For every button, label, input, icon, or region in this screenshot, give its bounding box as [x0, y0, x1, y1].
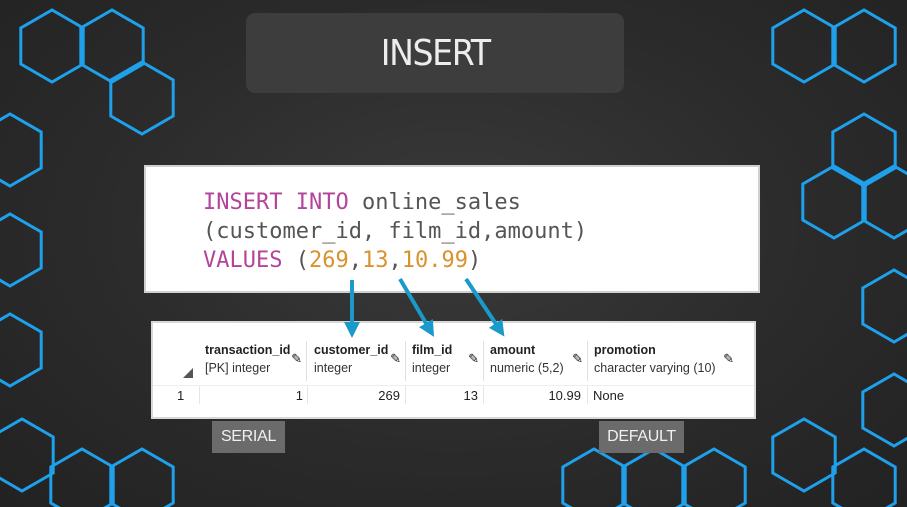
row-selector-corner-icon[interactable]: [183, 368, 193, 378]
pencil-icon[interactable]: ✎: [390, 351, 401, 367]
column-type: integer: [412, 361, 451, 375]
hexagon-shape: [861, 164, 907, 240]
cell-transaction-id[interactable]: 1: [199, 388, 303, 403]
pencil-icon[interactable]: ✎: [468, 351, 479, 367]
sql-comma: ,: [348, 248, 362, 273]
hexagon-shape: [801, 164, 867, 240]
hexagon-shape: [109, 447, 175, 507]
pencil-icon[interactable]: ✎: [291, 351, 302, 367]
cell-amount[interactable]: 10.99: [484, 388, 581, 403]
column-name: film_id: [412, 343, 453, 357]
title-banner: INSERT: [246, 13, 624, 93]
column-type: character varying (10): [594, 361, 716, 375]
hexagon-shape: [49, 447, 115, 507]
grid-header: transaction_id [PK] integer ✎ customer_i…: [153, 341, 754, 381]
column-type: numeric (5,2): [490, 361, 564, 375]
sql-table-name: online_sales: [348, 190, 521, 215]
serial-label: SERIAL: [212, 421, 285, 453]
column-name: amount: [490, 343, 536, 357]
column-type: [PK] integer: [205, 361, 271, 375]
column-type: integer: [314, 361, 353, 375]
hexagon-shape: [771, 417, 837, 493]
hexagon-shape: [861, 372, 907, 448]
sql-paren-close: ): [467, 248, 482, 273]
column-name: transaction_id: [205, 343, 291, 357]
sql-value-customer-id: 269: [308, 248, 349, 273]
sql-code-panel: INSERT INTO online_sales (customer_id, f…: [144, 165, 760, 293]
column-header-amount[interactable]: amount numeric (5,2) ✎: [484, 341, 588, 381]
hexagon-shape: [831, 447, 897, 507]
column-name: promotion: [594, 343, 656, 357]
cell-customer-id[interactable]: 269: [308, 388, 400, 403]
default-label: DEFAULT: [599, 421, 684, 453]
table-row[interactable]: 1 1 269 13 10.99 None: [153, 385, 754, 406]
sql-value-film-id: 13: [361, 248, 389, 273]
hexagon-shape: [681, 447, 747, 507]
column-header-customer-id[interactable]: customer_id integer ✎: [308, 341, 406, 381]
hexagon-shape: [771, 8, 837, 84]
slide-title: INSERT: [380, 32, 490, 74]
sql-value-amount: 10.99: [401, 248, 468, 273]
hexagon-shape: [109, 60, 175, 136]
row-number: 1: [177, 388, 185, 403]
hexagon-shape: [19, 8, 85, 84]
sql-paren-open: (: [282, 248, 309, 273]
column-name: customer_id: [314, 343, 389, 357]
pencil-icon[interactable]: ✎: [572, 351, 583, 367]
cell-promotion[interactable]: None: [593, 388, 624, 403]
sql-keyword-values: VALUES: [203, 248, 283, 273]
hexagon-shape: [0, 312, 43, 388]
cell-divider: [587, 386, 588, 404]
hexagon-shape: [621, 447, 687, 507]
sql-column-list: (customer_id, film_id,amount): [203, 219, 588, 244]
hexagon-shape: [0, 112, 43, 188]
sql-comma: ,: [388, 248, 402, 273]
hexagon-shape: [0, 212, 43, 288]
sql-keyword-insert-into: INSERT INTO: [203, 190, 349, 215]
cell-film-id[interactable]: 13: [406, 388, 478, 403]
column-header-film-id[interactable]: film_id integer ✎: [406, 341, 484, 381]
hexagon-shape: [79, 8, 145, 84]
column-header-transaction-id[interactable]: transaction_id [PK] integer ✎: [199, 341, 307, 381]
hexagon-shape: [561, 447, 627, 507]
hexagon-shape: [0, 417, 55, 493]
column-header-promotion[interactable]: promotion character varying (10) ✎: [588, 341, 738, 381]
result-grid: transaction_id [PK] integer ✎ customer_i…: [151, 321, 756, 419]
hexagon-shape: [831, 112, 897, 188]
hexagon-shape: [861, 268, 907, 344]
pencil-icon[interactable]: ✎: [723, 351, 734, 367]
hexagon-shape: [831, 8, 897, 84]
sql-statement: INSERT INTO online_sales (customer_id, f…: [203, 188, 587, 275]
